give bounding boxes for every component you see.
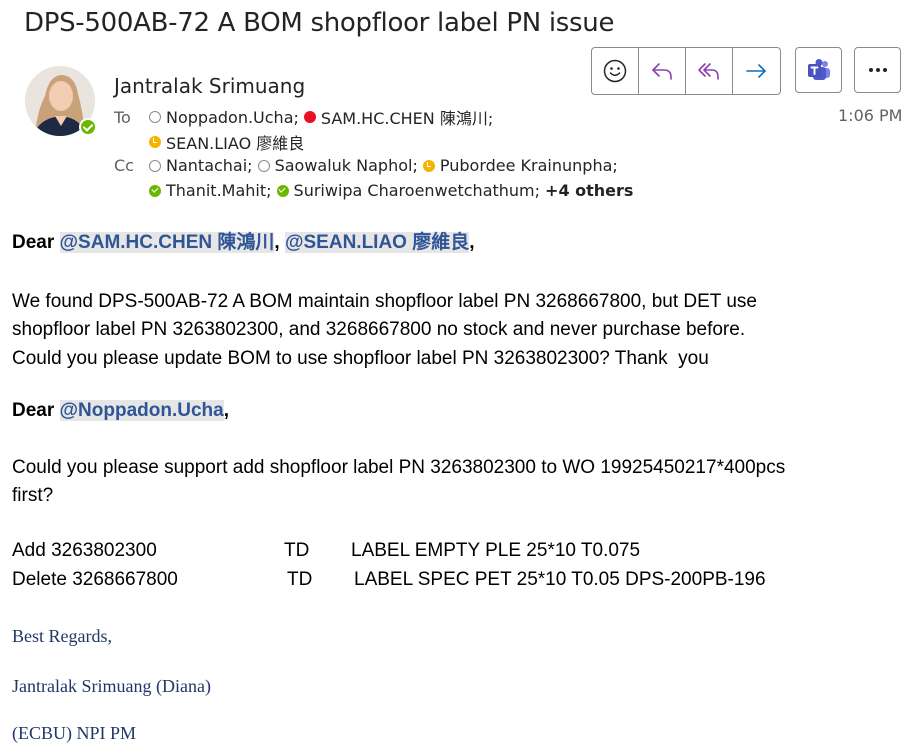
recipient-pubordee[interactable]: Pubordee Krainunpha; <box>422 156 618 175</box>
paragraph-1-line-2: shopfloor label PN 3263802300, and 32686… <box>12 319 746 340</box>
more-icon <box>868 68 887 72</box>
cc-more-others[interactable]: +4 others <box>545 181 633 200</box>
bom-row-action: Delete 3268667800 <box>12 569 178 590</box>
reply-all-button[interactable] <box>686 48 733 94</box>
presence-available-icon <box>276 184 289 197</box>
presence-offline-icon <box>149 111 161 123</box>
signature-title: (ECBU) NPI PM <box>12 723 137 743</box>
reply-button[interactable] <box>639 48 686 94</box>
paragraph-1-line-1: We found DPS-500AB-72 A BOM maintain sho… <box>12 291 757 312</box>
recipient-thanit[interactable]: Thanit.Mahit; <box>149 181 277 200</box>
bom-row-desc: LABEL SPEC PET 25*10 T0.05 DPS-200PB-196 <box>354 569 766 590</box>
presence-available-icon <box>149 184 161 197</box>
greeting-2: Dear @Noppadon.Ucha, <box>12 400 230 421</box>
sender-presence-available-icon <box>79 118 97 136</box>
paragraph-1-line-3: Could you please update BOM to use shopf… <box>12 348 709 369</box>
bom-row-action: Add 3263802300 <box>12 540 157 561</box>
cc-line-2: Thanit.Mahit; Suriwipa Charoenwetchathum… <box>149 181 633 200</box>
cc-label: Cc <box>114 156 134 175</box>
recipient-nantachai[interactable]: Nantachai; <box>149 156 258 175</box>
react-button[interactable] <box>592 48 639 94</box>
bom-row-type: TD <box>287 569 313 590</box>
signature-name: Jantralak Srimuang (Diana) <box>12 676 211 696</box>
paragraph-2-line-2: first? <box>12 485 54 506</box>
recipient-noppadon[interactable]: Noppadon.Ucha; <box>149 108 304 127</box>
paragraph-2-line-1: Could you please support add shopfloor l… <box>12 457 786 478</box>
signature-regards: Best Regards, <box>12 626 112 646</box>
reply-all-icon <box>698 63 719 80</box>
cc-line: Cc Nantachai; Saowaluk Naphol; Pubordee … <box>114 156 618 175</box>
recipient-saowaluk[interactable]: Saowaluk Naphol; <box>257 156 423 175</box>
message-action-toolbar <box>591 47 781 95</box>
mention-noppadon-ucha[interactable]: @Noppadon.Ucha <box>59 400 224 421</box>
recipient-sean-liao[interactable]: SEAN.LIAO 廖維良 <box>149 130 304 154</box>
recipient-sam-hc-chen[interactable]: SAM.HC.CHEN 陳鴻川; <box>303 105 493 129</box>
presence-away-icon <box>149 136 161 148</box>
forward-button[interactable] <box>733 48 780 94</box>
more-options-button[interactable] <box>854 47 901 93</box>
presence-offline-icon <box>257 159 270 172</box>
presence-away-icon <box>422 159 435 172</box>
to-line-2: SEAN.LIAO 廖維良 <box>149 130 304 154</box>
to-label: To <box>114 107 131 127</box>
mention-sean-liao[interactable]: @SEAN.LIAO 廖維良 <box>284 232 470 253</box>
forward-icon <box>745 64 766 78</box>
recipient-suriwipa[interactable]: Suriwipa Charoenwetchathum; <box>276 181 546 200</box>
sender-name[interactable]: Jantralak Srimuang <box>114 74 305 98</box>
presence-offline-icon <box>149 159 161 172</box>
sent-time: 1:06 PM <box>838 106 903 125</box>
teams-icon <box>807 59 830 80</box>
greeting-1: Dear @SAM.HC.CHEN 陳鴻川, @SEAN.LIAO 廖維良, <box>12 232 475 253</box>
mention-sam-hc-chen[interactable]: @SAM.HC.CHEN 陳鴻川 <box>59 232 275 253</box>
presence-busy-icon <box>303 111 316 123</box>
bom-row-desc: LABEL EMPTY PLE 25*10 T0.075 <box>351 540 641 561</box>
reply-icon <box>652 63 672 80</box>
bom-row-type: TD <box>284 540 310 561</box>
email-subject: DPS-500AB-72 A BOM shopfloor label PN is… <box>24 8 615 38</box>
to-line: To Noppadon.Ucha; SAM.HC.CHEN 陳鴻川; <box>114 105 493 129</box>
teams-chat-button[interactable] <box>795 47 842 93</box>
emoji-icon <box>603 59 627 83</box>
